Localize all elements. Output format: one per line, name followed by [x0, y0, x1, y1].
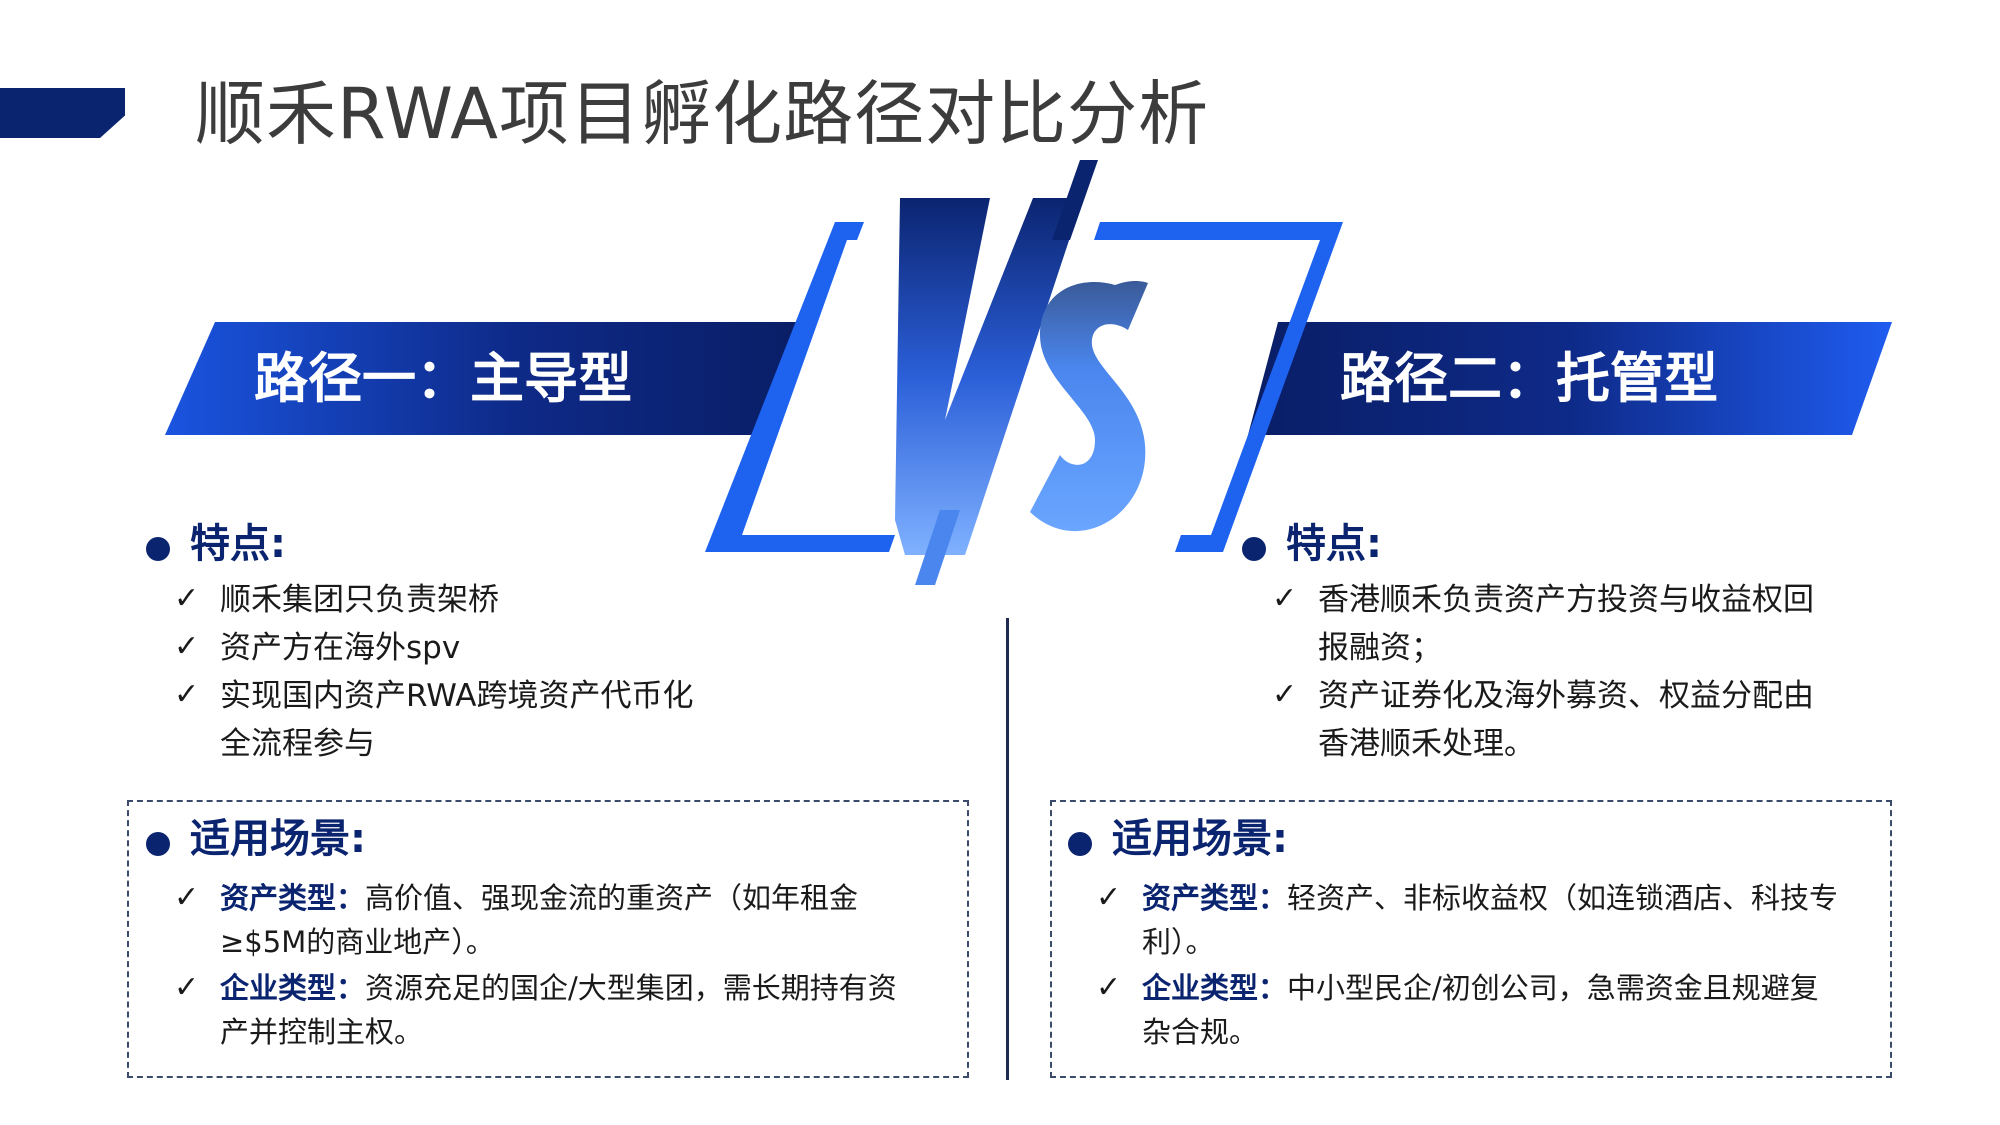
left-feature-2: 资产方在海外spv	[220, 630, 461, 666]
right-scenario-company-label: 企业类型：	[1142, 971, 1288, 1005]
left-feature-3-continued: 全流程参与	[220, 726, 375, 762]
left-feature-1: 顺禾集团只负责架桥	[220, 582, 499, 618]
left-scenario-asset-label: 资产类型：	[220, 881, 366, 915]
right-scenario-asset-line2: 利）。	[1142, 925, 1215, 959]
check-icon: ✓	[1272, 581, 1298, 616]
left-scenario-company-label: 企业类型：	[220, 971, 366, 1005]
check-icon: ✓	[174, 880, 200, 915]
left-features-heading: 特点:	[190, 521, 286, 567]
check-icon: ✓	[174, 581, 200, 616]
left-scenario-company-line1: 企业类型：资源充足的国企/大型集团，需长期持有资	[220, 966, 897, 1010]
vs-letter-s	[1030, 280, 1148, 532]
left-scenario-asset-text: 高价值、强现金流的重资产（如年租金	[365, 881, 859, 915]
check-icon: ✓	[1096, 880, 1122, 915]
right-scenarios-heading: 适用场景:	[1112, 816, 1288, 862]
right-features-heading: 特点:	[1286, 521, 1382, 567]
bullet-dot	[146, 832, 170, 856]
right-feature-1: 香港顺禾负责资产方投资与收益权回	[1318, 582, 1814, 618]
right-feature-1-continued: 报融资；	[1318, 630, 1442, 666]
check-icon: ✓	[174, 629, 200, 664]
right-scenario-asset-text: 轻资产、非标收益权（如连锁酒店、科技专	[1287, 881, 1839, 915]
bullet-dot	[146, 537, 170, 561]
left-scenario-asset-line1: 资产类型：高价值、强现金流的重资产（如年租金	[220, 876, 858, 920]
left-scenario-company-line2: 产并控制主权。	[220, 1015, 424, 1049]
right-feature-2: 资产证券化及海外募资、权益分配由	[1318, 678, 1814, 714]
right-scenario-asset-line1: 资产类型：轻资产、非标收益权（如连锁酒店、科技专	[1142, 876, 1838, 920]
right-feature-2-continued: 香港顺禾处理。	[1318, 726, 1535, 762]
check-icon: ✓	[1272, 677, 1298, 712]
bullet-dot	[1242, 537, 1266, 561]
left-scenarios-heading: 适用场景:	[190, 816, 366, 862]
path-one-title: 路径一：主导型	[254, 347, 632, 410]
center-divider	[1006, 618, 1009, 1080]
left-scenario-asset-line2: ≥$5M的商业地产）。	[220, 925, 495, 959]
right-scenario-company-line1: 企业类型：中小型民企/初创公司，急需资金且规避复	[1142, 966, 1819, 1010]
left-scenario-company-text: 资源充足的国企/大型集团，需长期持有资	[365, 971, 897, 1005]
check-icon: ✓	[1096, 970, 1122, 1005]
path-two-title: 路径二：托管型	[1340, 347, 1718, 410]
bullet-dot	[1068, 832, 1092, 856]
left-feature-3: 实现国内资产RWA跨境资产代币化	[220, 678, 694, 714]
right-scenario-company-text: 中小型民企/初创公司，急需资金且规避复	[1287, 971, 1819, 1005]
right-scenario-asset-label: 资产类型：	[1142, 881, 1288, 915]
right-scenario-company-line2: 杂合规。	[1142, 1015, 1259, 1049]
check-icon: ✓	[174, 970, 200, 1005]
check-icon: ✓	[174, 677, 200, 712]
